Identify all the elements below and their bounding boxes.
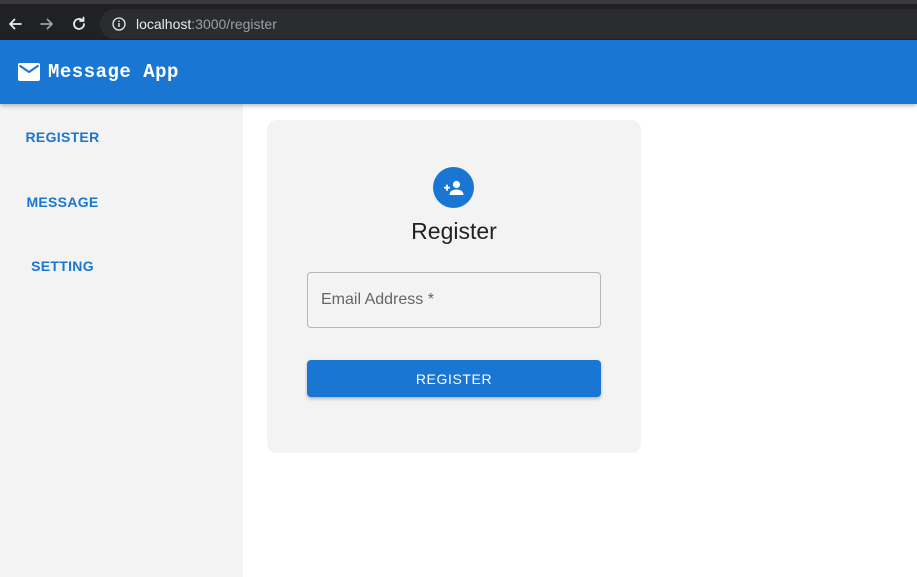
info-icon[interactable] bbox=[112, 17, 126, 31]
register-button[interactable]: REGISTER bbox=[307, 360, 601, 397]
app-bar: Message App bbox=[0, 40, 917, 104]
url-path: :3000/register bbox=[191, 16, 277, 32]
sidebar-item-setting[interactable]: SETTING bbox=[0, 258, 125, 274]
sidebar-item-register[interactable]: REGISTER bbox=[0, 129, 125, 145]
back-arrow-icon[interactable] bbox=[4, 13, 26, 35]
person-add-icon bbox=[433, 167, 474, 208]
register-card: Register REGISTER bbox=[267, 120, 641, 453]
reload-icon[interactable] bbox=[68, 13, 90, 35]
email-input[interactable] bbox=[321, 291, 600, 309]
sidebar-item-message[interactable]: MESSAGE bbox=[0, 194, 125, 210]
forward-arrow-icon[interactable] bbox=[36, 13, 58, 35]
browser-toolbar: localhost:3000/register bbox=[0, 0, 917, 40]
email-field[interactable] bbox=[307, 272, 601, 328]
url-host: localhost bbox=[136, 16, 192, 32]
mail-icon bbox=[18, 63, 40, 81]
page-title: Register bbox=[411, 218, 497, 244]
sidebar: REGISTER MESSAGE SETTING bbox=[0, 104, 243, 577]
app-title: Message App bbox=[48, 61, 179, 83]
address-bar[interactable]: localhost:3000/register bbox=[100, 9, 917, 39]
